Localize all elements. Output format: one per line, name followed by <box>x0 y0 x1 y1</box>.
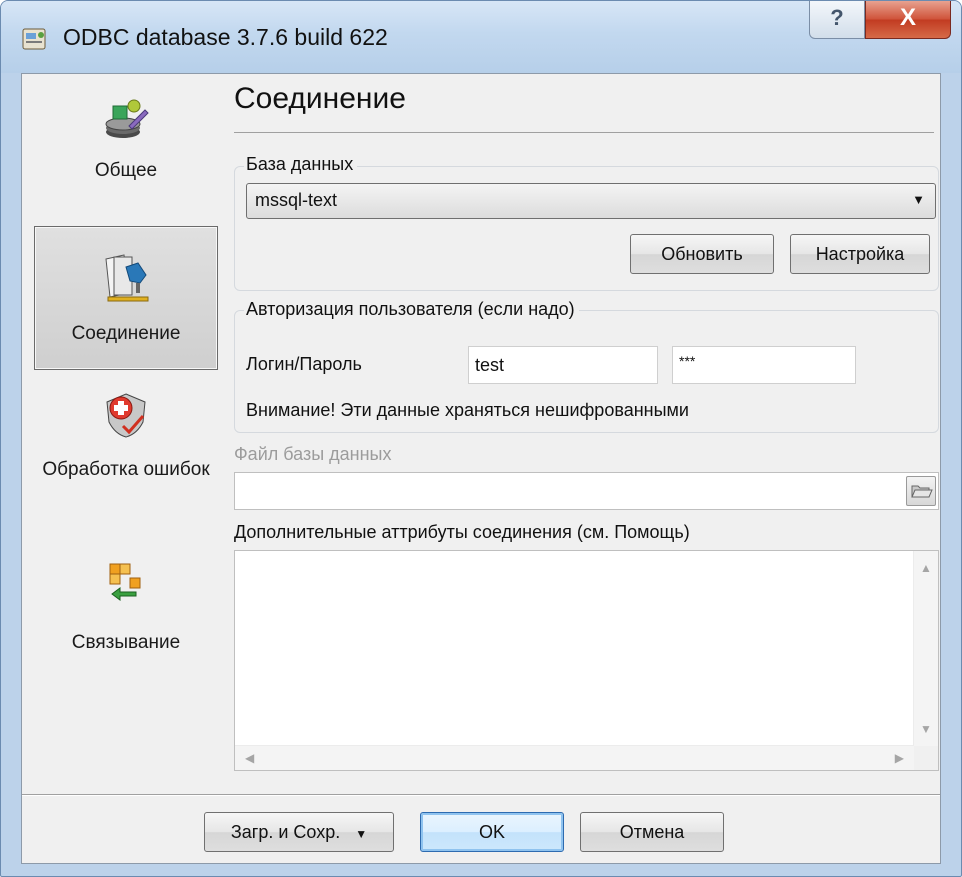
scroll-left-icon[interactable]: ◀ <box>245 751 254 765</box>
database-group-label: База данных <box>244 154 358 175</box>
extra-attributes-label: Дополнительные аттрибуты соединения (см.… <box>234 522 690 542</box>
load-save-button[interactable]: Загр. и Сохр. ▼ <box>204 812 394 852</box>
app-icon <box>22 28 46 50</box>
title-bar[interactable]: ODBC database 3.7.6 build 622 ? X <box>1 1 961 73</box>
close-button[interactable]: X <box>865 1 951 39</box>
vertical-scrollbar[interactable]: ▲ ▼ <box>913 551 938 746</box>
login-input[interactable]: test <box>468 346 658 384</box>
nav-item-binding[interactable]: Связывание <box>34 544 218 664</box>
password-input[interactable]: *** <box>672 346 856 384</box>
cancel-button[interactable]: Отмена <box>580 812 724 852</box>
ok-button[interactable]: OK <box>420 812 564 852</box>
nav-item-general[interactable]: Общее <box>34 82 218 202</box>
extra-attributes-textarea[interactable]: ▲ ▼ ◀ ▶ <box>234 550 939 771</box>
dropdown-arrow-icon: ▼ <box>355 827 368 841</box>
scroll-down-icon[interactable]: ▼ <box>920 722 932 736</box>
database-file-label: Файл базы данных <box>234 444 392 464</box>
nav-label-binding: Связывание <box>71 632 181 653</box>
browse-folder-button[interactable] <box>906 476 936 506</box>
dialog-window: ODBC database 3.7.6 build 622 ? X Общее <box>0 0 962 877</box>
horizontal-scrollbar[interactable]: ◀ ▶ <box>235 745 914 770</box>
nav-label-connection: Соединение <box>71 323 181 344</box>
nav-label-error-handling: Обработка ошибок <box>42 459 210 480</box>
refresh-button[interactable]: Обновить <box>630 234 774 274</box>
auth-warning-text: Внимание! Эти данные храняться нешифрова… <box>246 400 689 420</box>
nav-label-general: Общее <box>94 160 158 181</box>
folder-open-icon <box>911 485 933 498</box>
login-password-label: Логин/Пароль <box>246 354 362 374</box>
footer-divider-highlight <box>22 795 940 796</box>
scroll-right-icon[interactable]: ▶ <box>895 751 904 765</box>
settings-button[interactable]: Настройка <box>790 234 930 274</box>
database-file-input[interactable] <box>234 472 939 510</box>
database-select-value: mssql-text <box>255 190 338 210</box>
help-button[interactable]: ? <box>809 1 865 39</box>
window-title: ODBC database 3.7.6 build 622 <box>63 24 388 50</box>
help-icon: ? <box>830 5 844 30</box>
database-select[interactable]: mssql-text ▼ <box>246 183 936 219</box>
scroll-up-icon[interactable]: ▲ <box>920 561 932 575</box>
chevron-down-icon: ▼ <box>912 192 925 207</box>
dialog-client: Общее Соединение Обработка ошибок Связыв… <box>21 73 941 864</box>
discs-gear-icon <box>105 99 149 138</box>
shield-cross-icon <box>106 393 146 438</box>
cards-connector-icon <box>105 254 149 302</box>
auth-group-label: Авторизация пользователя (если надо) <box>244 299 579 320</box>
grid-arrow-link-icon <box>109 563 141 601</box>
scroll-corner <box>914 746 938 770</box>
nav-item-error-handling[interactable]: Обработка ошибок <box>34 386 218 526</box>
page-title: Соединение <box>234 82 406 115</box>
load-save-label: Загр. и Сохр. <box>230 822 341 842</box>
close-icon: X <box>899 4 916 31</box>
nav-item-connection[interactable]: Соединение <box>34 226 218 370</box>
title-divider <box>234 132 934 133</box>
